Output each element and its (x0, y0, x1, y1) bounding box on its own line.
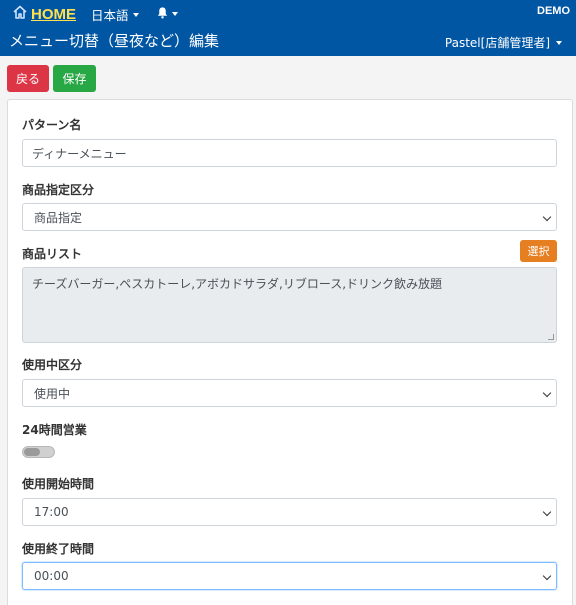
chevron-down-icon (172, 11, 178, 16)
product-spec-label: 商品指定区分 (22, 183, 95, 197)
start-time-select[interactable]: 17:00 (22, 498, 557, 526)
home-label: HOME (31, 5, 76, 23)
start-time-value: 17:00 (34, 505, 69, 519)
open-24h-toggle[interactable] (22, 446, 55, 458)
usage-status-select[interactable]: 使用中 (22, 379, 557, 407)
pattern-name-input[interactable]: ディナーメニュー (22, 139, 557, 167)
chevron-down-icon (542, 571, 552, 581)
demo-badge: DEMO (537, 5, 570, 17)
product-list-textarea: チーズバーガー,ペスカトーレ,アボカドサラダ,リブロース,ドリンク飲み放題 (22, 267, 557, 343)
pattern-name-label: パターン名 (22, 118, 82, 132)
usage-status-label: 使用中区分 (22, 358, 83, 372)
form-card (7, 99, 573, 605)
page-title: メニュー切替（昼夜など）編集 (9, 32, 220, 50)
usage-status-value: 使用中 (34, 386, 71, 401)
toggle-knob (24, 448, 40, 456)
notifications-dropdown[interactable] (156, 4, 178, 23)
language-dropdown[interactable]: 日本語 (91, 5, 139, 24)
product-spec-value: 商品指定 (34, 210, 83, 225)
end-time-value: 00:00 (34, 569, 69, 583)
select-products-button[interactable]: 選択 (520, 240, 557, 262)
chevron-down-icon (542, 388, 552, 398)
back-button[interactable]: 戻る (7, 65, 49, 92)
open-24h-label: 24時間営業 (22, 423, 87, 437)
chevron-down-icon (556, 40, 562, 45)
end-time-label: 使用終了時間 (22, 542, 95, 556)
language-label: 日本語 (91, 8, 129, 23)
user-label: Pastel[店舗管理者] (444, 36, 550, 50)
chevron-down-icon (542, 212, 552, 222)
start-time-label: 使用開始時間 (22, 477, 95, 491)
product-spec-select[interactable]: 商品指定 (22, 203, 557, 231)
home-link[interactable]: HOME (12, 4, 76, 24)
resize-handle-icon[interactable] (548, 334, 554, 340)
navbar-row: HOME 日本語 DEMO (0, 0, 576, 26)
end-time-select[interactable]: 00:00 (22, 562, 557, 590)
house-icon (12, 4, 28, 24)
bell-icon (156, 4, 169, 23)
chevron-down-icon (132, 12, 139, 17)
user-menu[interactable]: Pastel[店舗管理者] (445, 34, 562, 51)
save-button[interactable]: 保存 (53, 65, 96, 92)
product-list-value: チーズバーガー,ペスカトーレ,アボカドサラダ,リブロース,ドリンク飲み放題 (32, 277, 443, 291)
product-list-label: 商品リスト (22, 247, 83, 261)
chevron-down-icon (542, 507, 552, 517)
top-navbar: HOME 日本語 DEMO メニュー切替（昼夜など）編集 Pastel[店舗管理… (0, 0, 576, 56)
